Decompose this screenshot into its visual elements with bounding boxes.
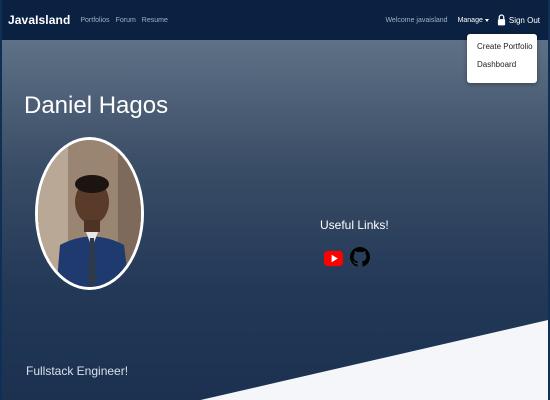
nav-link-resume[interactable]: Resume: [142, 17, 168, 24]
signout-label: Sign Out: [508, 15, 540, 25]
nav-link-forum[interactable]: Forum: [116, 17, 136, 24]
page-frame: Daniel Hagos Useful Links! Fullstack Eng…: [0, 0, 550, 400]
page-subtitle: Fullstack Engineer!: [26, 364, 129, 378]
brand-logo[interactable]: JavaIsland: [8, 13, 70, 27]
manage-label: Manage: [457, 16, 483, 24]
lock-icon: [497, 14, 505, 26]
github-icon[interactable]: [350, 246, 370, 268]
avatar-photo: [35, 137, 144, 290]
manage-dropdown-toggle[interactable]: Manage: [458, 17, 489, 24]
navbar: JavaIsland Portfolios Forum Resume Welco…: [2, 0, 548, 40]
useful-links-heading: Useful Links!: [320, 218, 389, 232]
nav-link-portfolios[interactable]: Portfolios: [80, 17, 109, 24]
hero-section: Daniel Hagos Useful Links! Fullstack Eng…: [2, 40, 548, 400]
youtube-icon[interactable]: [324, 249, 343, 268]
dropdown-item-dashboard[interactable]: Dashboard: [467, 58, 537, 76]
page-title: Daniel Hagos: [24, 92, 169, 119]
avatar: [35, 137, 144, 290]
manage-dropdown-menu: Create Portfolio Dashboard: [467, 34, 537, 83]
dropdown-item-create-portfolio[interactable]: Create Portfolio: [467, 40, 537, 58]
signout-button[interactable]: Sign Out: [497, 14, 540, 26]
welcome-text: Welcome javaisland: [385, 16, 448, 24]
caret-down-icon: [484, 18, 489, 22]
